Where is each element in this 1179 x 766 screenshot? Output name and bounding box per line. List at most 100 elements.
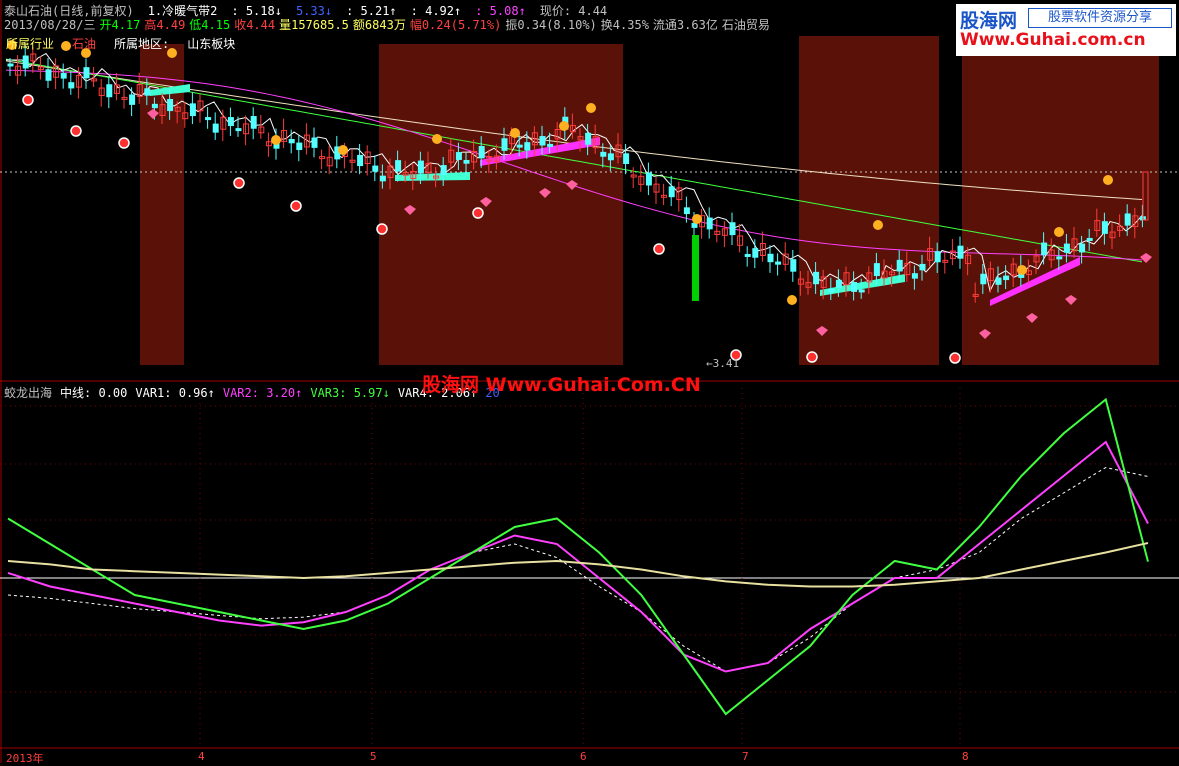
zone-rect <box>962 36 1159 365</box>
candle-body <box>623 153 630 165</box>
candle-body <box>911 273 918 279</box>
red-signal-icon <box>376 223 388 235</box>
candle-body <box>167 99 174 112</box>
header.line1-segment: : 4.92↑ <box>410 4 462 18</box>
x-axis-label: 2013年 <box>6 752 44 765</box>
header-line-3: 所属行业 石油 所属地区: 山东板块 <box>6 37 253 51</box>
logo-url[interactable]: Www.Guhai.com.cn <box>960 30 1146 50</box>
candle-body <box>1124 213 1131 226</box>
red-signal-icon <box>653 243 665 255</box>
candle-body <box>151 103 158 109</box>
red-signal-icon <box>70 125 82 137</box>
orange-ball-icon <box>338 145 348 155</box>
candle-body <box>212 123 219 133</box>
candle-body <box>752 248 759 258</box>
header.line3-segment: 所属地区: <box>114 37 170 51</box>
logo-tagline: 股票软件资源分享 <box>1028 8 1172 28</box>
indicator.items-segment: VAR1: 0.96↑ <box>135 386 215 400</box>
indicator.items-segment: VAR3: 5.97↓ <box>310 386 390 400</box>
candle-body <box>372 165 379 172</box>
candle-body <box>45 69 52 81</box>
logo-main-text: 股海网 <box>960 10 1018 32</box>
candle-body <box>379 175 386 182</box>
indicator.items-segment: VAR2: 3.20↑ <box>222 386 303 400</box>
candle-body <box>790 259 797 272</box>
zones-layer <box>140 36 1159 365</box>
x-axis-label: 7 <box>742 750 749 763</box>
candle-body <box>600 151 607 157</box>
header.line2-segment: 振0.34(8.10%) <box>505 18 597 32</box>
candle-body <box>547 143 554 147</box>
candle-body <box>585 132 592 145</box>
zone-rect <box>379 44 623 365</box>
candle-body <box>440 165 447 176</box>
indicator-line-var1 <box>7 466 1149 673</box>
candle-body <box>539 136 546 146</box>
candle-body <box>919 263 926 271</box>
candle-body <box>22 55 29 69</box>
candle-body <box>706 217 713 230</box>
candle-body <box>106 84 113 98</box>
low-price-marker: ←3.41 <box>706 357 740 370</box>
candle-body <box>144 88 151 96</box>
indicator-line-var3 <box>7 397 1149 716</box>
header-line-2: 2013/08/28/三 开4.17 高4.49 低4.15 收4.44 量157685.… <box>4 18 774 32</box>
indicator.items-segment: 中线: 0.00 <box>60 386 128 400</box>
candle-body <box>296 142 303 151</box>
indicator-line-var2 <box>7 440 1149 673</box>
site-logo[interactable]: 股海网 股票软件资源分享 Www.Guhai.com.cn <box>956 4 1176 56</box>
candle-body <box>767 253 774 263</box>
header.line1-segment: : 5.18↓ <box>231 4 282 18</box>
header.line3-segment: 山东板块 <box>187 37 236 51</box>
candle-body <box>683 207 690 215</box>
orange-ball-icon <box>510 128 520 138</box>
red-signal-icon <box>233 177 245 189</box>
candle-body <box>744 253 751 257</box>
orange-ball-icon <box>586 103 596 113</box>
x-axis-label: 8 <box>962 750 969 763</box>
header.line2-segment: 高4.49 <box>144 18 186 32</box>
header-line-1: 泰山石油(日线,前复权) 1.冷暖气带2: 5.18↓ 5.33↓: 5.21↑: … <box>4 4 621 18</box>
red-signal-icon <box>290 200 302 212</box>
candle-body <box>775 261 782 265</box>
x-axis-label: 6 <box>580 750 587 763</box>
candle-body <box>729 222 736 236</box>
orange-ball-icon <box>432 134 442 144</box>
candle-body <box>1086 237 1093 241</box>
candle-body <box>501 138 508 151</box>
zone-rect <box>799 36 939 365</box>
candle-body <box>311 137 318 148</box>
candle-body <box>1063 243 1070 253</box>
candle-body <box>205 117 212 121</box>
header.line2-segment: 收4.44 <box>234 18 276 32</box>
candle-body <box>250 116 257 129</box>
red-signal-icon <box>806 351 818 363</box>
candle-body <box>395 160 402 172</box>
candle-body <box>463 159 470 164</box>
candle-body <box>668 186 675 198</box>
candle-body <box>455 152 462 160</box>
header.line2-segment: 幅0.24(5.71%) <box>409 18 502 32</box>
header.line3-segment: 石油 <box>72 37 97 51</box>
red-signal-icon <box>949 352 961 364</box>
header.line1-segment: 现价: 4.44 <box>539 4 608 18</box>
candle-body <box>858 289 865 293</box>
header.line2-segment: 2013/08/28/三 <box>4 18 96 32</box>
header.line2-segment: 换4.35% <box>600 18 649 32</box>
orange-ball-icon <box>1054 227 1064 237</box>
candle-body <box>813 271 820 285</box>
indicator-line-var4 <box>7 542 1149 588</box>
candle-body <box>1003 275 1010 281</box>
candle-body <box>873 263 880 277</box>
x-axis-label: 4 <box>198 750 205 763</box>
orange-ball-icon <box>787 295 797 305</box>
header.line2-segment: 额6843万 <box>352 18 406 32</box>
candle-body <box>227 117 234 127</box>
header.line2-segment: 量157685.5 <box>279 18 349 32</box>
orange-ball-icon <box>271 135 281 145</box>
orange-ball-icon <box>1017 265 1027 275</box>
candle-body <box>189 103 196 117</box>
candle-body <box>235 128 242 132</box>
candle-body <box>980 273 987 285</box>
candle-body <box>524 142 531 151</box>
